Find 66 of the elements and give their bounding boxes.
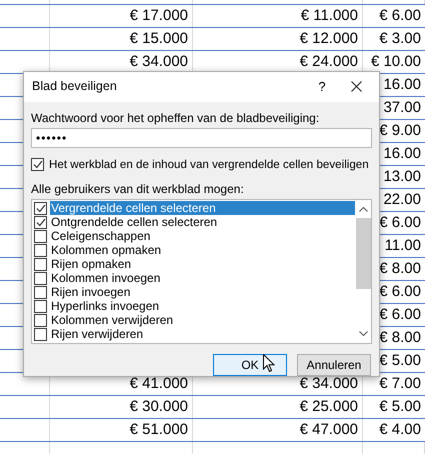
table-cell-text: € 51.000 bbox=[130, 420, 188, 440]
table-cell-text: € 47.000 bbox=[300, 420, 358, 440]
list-item[interactable]: Rijen verwijderen bbox=[50, 327, 355, 341]
table-cell-text: € 6.00 bbox=[379, 6, 421, 26]
scrollbar-thumb[interactable] bbox=[356, 218, 370, 289]
table-cell-text: € 34.000 bbox=[300, 374, 358, 394]
table-cell-text: € 10.00 bbox=[370, 52, 421, 72]
list-item[interactable]: Kolommen opmaken bbox=[50, 243, 355, 257]
table-cell-text: € 9.00 bbox=[379, 120, 421, 141]
table-cell-text: € 6.00 bbox=[379, 212, 421, 233]
checkbox[interactable] bbox=[34, 258, 47, 270]
checkbox[interactable] bbox=[34, 286, 47, 298]
cancel-button[interactable]: Annuleren bbox=[297, 354, 371, 376]
table-cell-text: € 11.000 bbox=[300, 6, 358, 26]
password-label: Wachtwoord voor het opheffen van de bladbeveiliging: bbox=[31, 110, 320, 126]
table-cell-text: 37.00 bbox=[383, 98, 421, 118]
table-cell-text: € 6.00 bbox=[379, 304, 421, 325]
checkbox[interactable] bbox=[34, 244, 47, 256]
scroll-down-icon[interactable] bbox=[358, 331, 368, 336]
scroll-up-icon[interactable] bbox=[358, 207, 368, 212]
table-cell-text: € 17.000 bbox=[130, 6, 188, 26]
list-item[interactable]: Kolommen invoegen bbox=[50, 271, 355, 285]
table-cell-text: € 8.00 bbox=[379, 328, 421, 348]
protect-checkbox-label: Het werkblad en de inhoud van vergrendelde cellen beveiligen bbox=[49, 156, 369, 173]
cursor-icon bbox=[263, 354, 275, 373]
table-cell-text: € 15.000 bbox=[130, 28, 188, 49]
checkbox[interactable] bbox=[34, 314, 47, 326]
list-item[interactable]: Rijen invoegen bbox=[50, 285, 355, 299]
checkbox[interactable] bbox=[34, 202, 47, 214]
checkbox[interactable] bbox=[34, 272, 47, 284]
checkmark-icon bbox=[32, 160, 42, 169]
table-cell-text: € 7.00 bbox=[379, 374, 421, 394]
table-cell-text: 16.00 bbox=[383, 74, 421, 95]
ok-button[interactable]: OK bbox=[213, 354, 287, 376]
table-cell-text: € 4.00 bbox=[379, 420, 421, 440]
table-cell-text: 22.00 bbox=[383, 190, 421, 210]
table-cell-text: € 6.00 bbox=[379, 282, 421, 302]
table-cell-text: 11.00 bbox=[384, 236, 421, 256]
dialog-title: Blad beveiligen bbox=[32, 78, 118, 96]
checkbox[interactable] bbox=[31, 158, 44, 171]
close-icon bbox=[350, 81, 362, 92]
checkbox[interactable] bbox=[34, 230, 47, 242]
table-cell-text: € 30.000 bbox=[130, 396, 188, 417]
table-cell-text: € 12.000 bbox=[300, 28, 358, 49]
list-item[interactable]: Hyperlinks invoegen bbox=[50, 299, 355, 313]
help-button[interactable]: ? bbox=[307, 77, 337, 97]
list-item[interactable]: Ontgrendelde cellen selecteren bbox=[50, 215, 355, 229]
list-label: Alle gebruikers van dit werkblad mogen: bbox=[31, 181, 245, 197]
table-cell-text: € 5.00 bbox=[379, 396, 421, 417]
table-cell-text: € 34.000 bbox=[130, 52, 188, 72]
table-cell-text: 13.00 bbox=[383, 166, 421, 187]
list-item[interactable]: Kolommen verwijderen bbox=[50, 313, 355, 327]
checkbox[interactable] bbox=[34, 328, 47, 340]
table-cell-text: 16.00 bbox=[383, 144, 421, 164]
list-item[interactable]: Vergrendelde cellen selecteren bbox=[50, 201, 355, 215]
table-cell-text: € 8.00 bbox=[379, 258, 421, 279]
list-item[interactable]: Rijen opmaken bbox=[50, 257, 355, 271]
checkbox[interactable] bbox=[34, 300, 47, 312]
table-cell-text: € 24.000 bbox=[300, 52, 358, 72]
table-cell-text: € 3.00 bbox=[379, 28, 421, 49]
list-item[interactable]: Celeigenschappen bbox=[50, 229, 355, 243]
table-cell-text: € 25.000 bbox=[300, 396, 358, 417]
table-cell-text: € 5.00 bbox=[379, 350, 421, 371]
password-field[interactable]: •••••• bbox=[31, 128, 372, 148]
table-cell-text: € 41.000 bbox=[130, 374, 188, 394]
checkbox[interactable] bbox=[34, 216, 47, 228]
